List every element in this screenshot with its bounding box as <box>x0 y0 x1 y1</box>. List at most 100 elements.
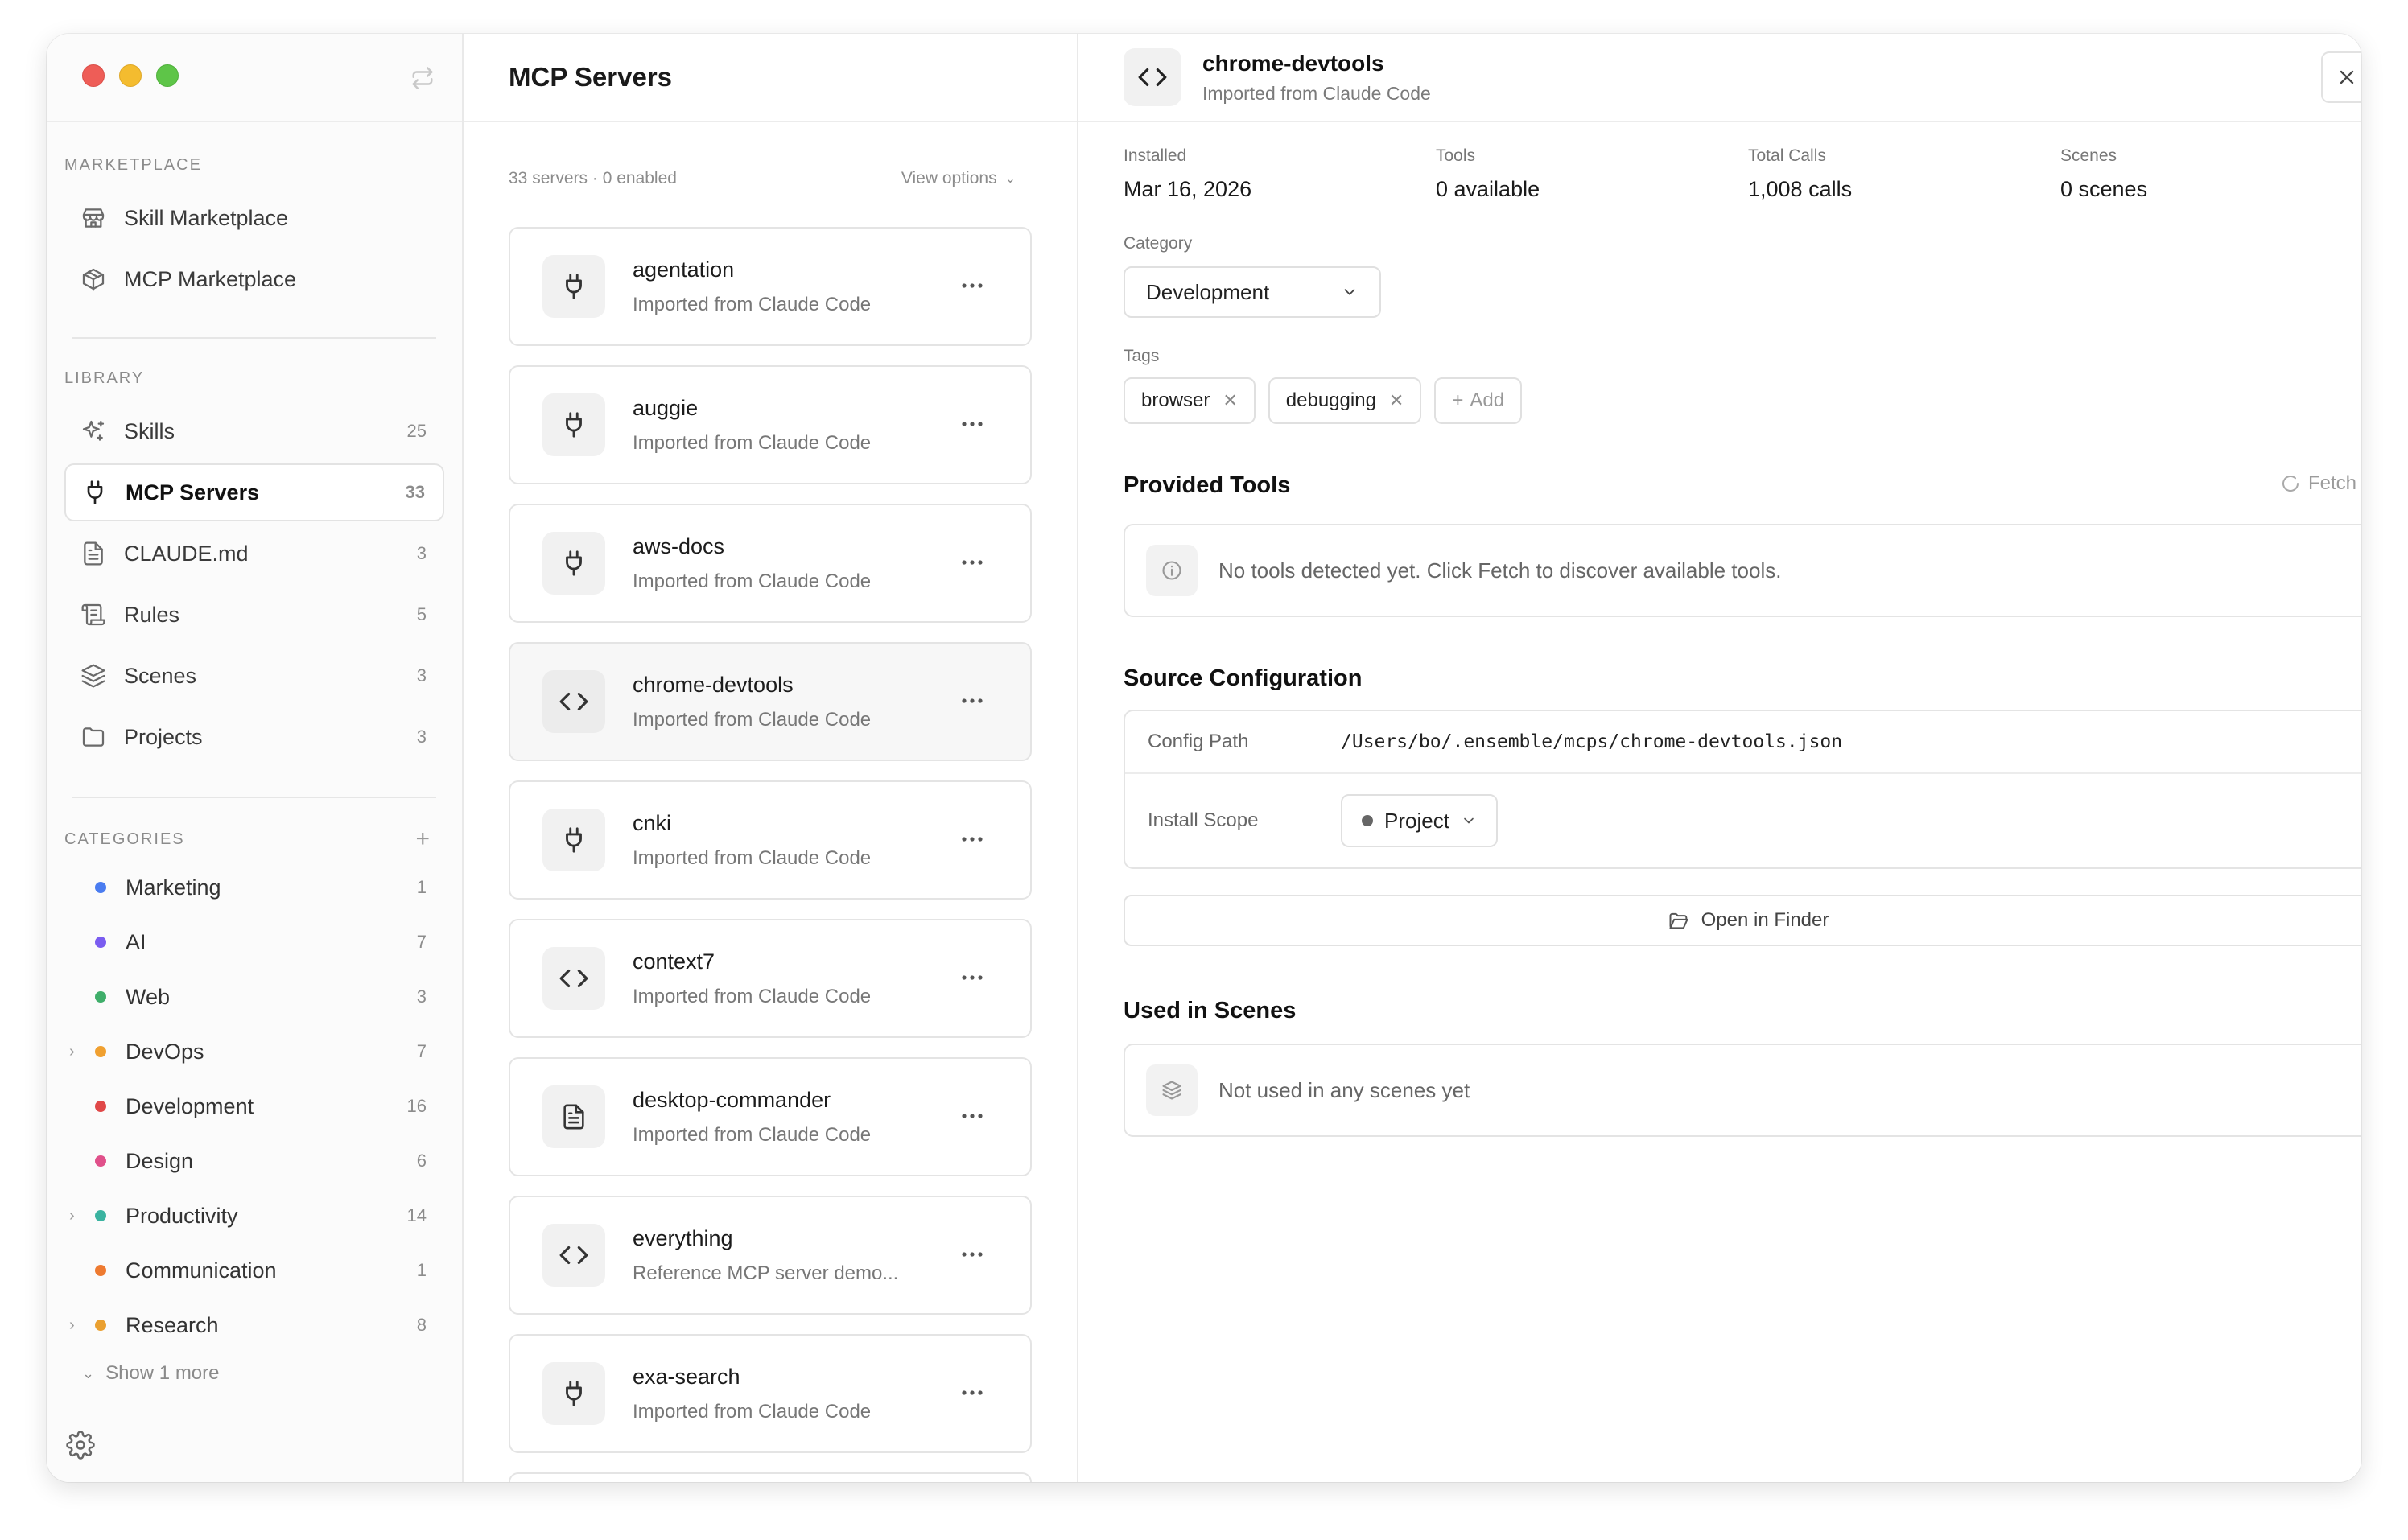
add-tag-button[interactable]: + Add <box>1434 377 1523 424</box>
more-options-icon[interactable] <box>961 417 983 431</box>
category-color-dot <box>95 1210 106 1221</box>
remove-tag-icon[interactable]: ✕ <box>1223 390 1237 411</box>
category-select[interactable]: Development <box>1124 266 1381 318</box>
nav-projects[interactable]: Projects 3 <box>64 708 444 766</box>
more-options-icon[interactable] <box>961 970 983 985</box>
remove-tag-icon[interactable]: ✕ <box>1389 390 1404 411</box>
category-design[interactable]: Design 6 <box>64 1134 444 1188</box>
nav-mcp-servers[interactable]: MCP Servers 33 <box>64 463 444 521</box>
server-card[interactable]: context7 Imported from Claude Code <box>509 919 1032 1038</box>
category-productivity[interactable]: › Productivity 14 <box>64 1188 444 1243</box>
category-count: 1 <box>416 1260 427 1280</box>
detail-panel: chrome-devtools Imported from Claude Cod… <box>1078 34 2361 1482</box>
more-options-icon[interactable] <box>961 1247 983 1262</box>
category-count: 3 <box>416 986 427 1007</box>
more-options-icon[interactable] <box>961 694 983 708</box>
stat-value: 1,008 calls <box>1748 177 1853 201</box>
minimize-window-button[interactable] <box>119 64 142 87</box>
category-select-value: Development <box>1146 279 1270 304</box>
layers-icon <box>1146 1064 1198 1116</box>
server-card[interactable]: aws-docs Imported from Claude Code <box>509 504 1032 623</box>
detail-header: chrome-devtools Imported from Claude Cod… <box>1078 34 2361 122</box>
open-in-finder-button[interactable]: Open in Finder <box>1124 895 2361 946</box>
server-card[interactable]: cnki Imported from Claude Code <box>509 780 1032 900</box>
server-card-selected[interactable]: chrome-devtools Imported from Claude Code <box>509 642 1032 761</box>
maximize-window-button[interactable] <box>156 64 179 87</box>
file-icon <box>542 1085 605 1148</box>
more-options-icon[interactable] <box>961 278 983 293</box>
file-icon <box>80 541 106 566</box>
chevron-right-icon[interactable]: › <box>69 1043 75 1061</box>
scope-status-dot <box>1362 815 1373 826</box>
more-options-icon[interactable] <box>961 1386 983 1400</box>
server-card[interactable]: everything Reference MCP server demo... <box>509 1196 1032 1315</box>
install-scope-select[interactable]: Project <box>1341 794 1498 847</box>
nav-label: Scenes <box>124 663 197 688</box>
chevron-right-icon[interactable]: › <box>69 1316 75 1335</box>
nav-rules[interactable]: Rules 5 <box>64 586 444 644</box>
server-card[interactable]: agentation Imported from Claude Code <box>509 227 1032 346</box>
server-card[interactable]: desktop-commander Imported from Claude Co… <box>509 1057 1032 1176</box>
server-name: cnki <box>633 810 672 835</box>
nav-skill-marketplace[interactable]: Skill Marketplace <box>64 189 444 247</box>
nav-scenes[interactable]: Scenes 3 <box>64 647 444 705</box>
nav-claude-md[interactable]: CLAUDE.md 3 <box>64 525 444 583</box>
install-scope-row: Install Scope Project <box>1125 774 2361 867</box>
plug-icon <box>82 480 108 505</box>
stat-label: Total Calls <box>1748 146 1826 165</box>
refresh-icon <box>2282 476 2299 492</box>
category-communication[interactable]: Communication 1 <box>64 1243 444 1298</box>
add-category-icon[interactable]: + <box>415 826 430 853</box>
nav-count: 3 <box>416 543 427 563</box>
chevron-down-icon: ⌄ <box>82 1365 95 1381</box>
view-options-label: View options <box>901 169 997 187</box>
category-web[interactable]: Web 3 <box>64 970 444 1024</box>
info-icon <box>1146 545 1198 596</box>
folder-icon <box>80 724 106 750</box>
source-config-box: Config Path /Users/bo/.ensemble/mcps/chr… <box>1124 710 2361 869</box>
stat-tools: Tools 0 available <box>1436 146 1748 202</box>
category-label: AI <box>126 929 146 954</box>
server-card[interactable]: exa-search Imported from Claude Code <box>509 1334 1032 1453</box>
close-detail-button[interactable] <box>2321 51 2361 103</box>
tag-label: browser <box>1141 389 1210 411</box>
server-description: Imported from Claude Code <box>633 846 872 869</box>
category-count: 16 <box>406 1096 427 1116</box>
code-icon <box>542 1224 605 1287</box>
chevron-right-icon[interactable]: › <box>69 1207 75 1225</box>
more-options-icon[interactable] <box>961 1109 983 1123</box>
category-marketing[interactable]: Marketing 1 <box>64 860 444 915</box>
nav-count: 33 <box>405 482 425 502</box>
page-title: MCP Servers <box>509 62 673 92</box>
show-more-categories-button[interactable]: ⌄ Show 1 more <box>47 1362 462 1385</box>
code-icon <box>1124 48 1181 106</box>
server-description: Imported from Claude Code <box>633 1123 872 1146</box>
nav-mcp-marketplace[interactable]: MCP Marketplace <box>64 250 444 308</box>
more-options-icon[interactable] <box>961 832 983 846</box>
more-options-icon[interactable] <box>961 555 983 570</box>
config-path-row: Config Path /Users/bo/.ensemble/mcps/chr… <box>1125 711 2361 774</box>
tag-chip: browser ✕ <box>1124 377 1256 424</box>
category-devops[interactable]: › DevOps 7 <box>64 1024 444 1079</box>
plug-icon <box>542 532 605 595</box>
provided-tools-title: Provided Tools <box>1124 472 1291 498</box>
gear-icon[interactable] <box>66 1431 95 1460</box>
server-card-partial[interactable] <box>509 1472 1032 1482</box>
layers-icon <box>80 663 106 689</box>
server-name: exa-search <box>633 1364 740 1389</box>
nav-skills[interactable]: Skills 25 <box>64 402 444 460</box>
close-window-button[interactable] <box>82 64 105 87</box>
fetch-button[interactable]: Fetch <box>2281 472 2356 495</box>
category-research[interactable]: › Research 8 <box>64 1298 444 1353</box>
server-card[interactable]: auggie Imported from Claude Code <box>509 365 1032 484</box>
category-label: Web <box>126 984 171 1009</box>
stat-label: Scenes <box>2060 146 2117 165</box>
config-path-value: /Users/bo/.ensemble/mcps/chrome-devtools… <box>1341 731 1843 752</box>
category-ai[interactable]: AI 7 <box>64 915 444 970</box>
category-development[interactable]: Development 16 <box>64 1079 444 1134</box>
sync-icon[interactable] <box>410 66 435 90</box>
view-options-button[interactable]: View options ⌄ <box>901 169 1016 188</box>
marketplace-section-label: MARKETPLACE <box>64 156 202 174</box>
plug-icon <box>542 809 605 871</box>
tag-label: debugging <box>1285 389 1376 411</box>
